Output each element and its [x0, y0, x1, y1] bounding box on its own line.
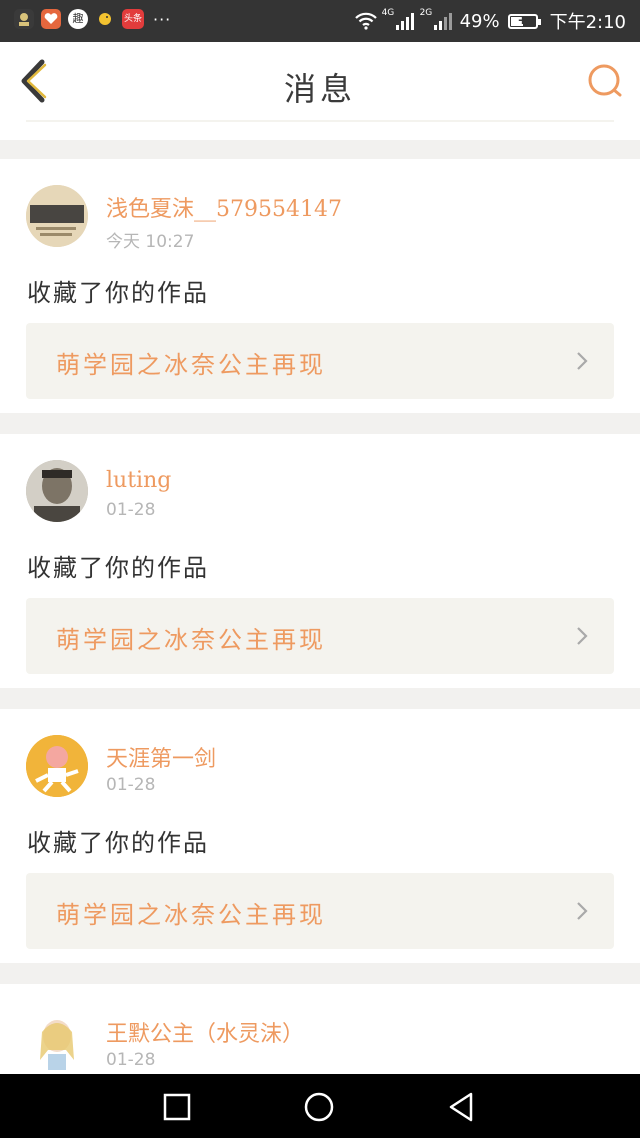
avatar-cartoon-kungfu[interactable] [26, 735, 88, 797]
user-name[interactable]: 王默公主（水灵沫） [106, 1016, 304, 1048]
chevron-right-icon [577, 352, 588, 370]
work-title: 萌学园之冰奈公主再现 [56, 901, 326, 929]
work-title: 萌学园之冰奈公主再现 [56, 351, 326, 379]
status-bar: 趣 头条 ··· 4G 2G 49% + 下午2:10 [0, 0, 640, 42]
chick-app-icon [95, 9, 115, 29]
work-link[interactable]: 萌学园之冰奈公主再现 [26, 598, 614, 674]
android-nav-bar [0, 1074, 640, 1138]
previous-card-edge [0, 120, 640, 140]
action-text: 收藏了你的作品 [27, 554, 209, 582]
more-notifications-indicator: ··· [153, 9, 172, 29]
reading-app-icon [14, 9, 34, 29]
action-text: 收藏了你的作品 [27, 829, 209, 857]
avatar-book-cover[interactable] [26, 185, 88, 247]
message-time: 01-28 [106, 500, 156, 520]
heart-app-icon [41, 9, 61, 29]
avatar-man-photo[interactable] [26, 460, 88, 522]
message-time: 01-28 [106, 1050, 156, 1070]
message-time: 今天 10:27 [106, 232, 195, 252]
home-circle-icon[interactable] [302, 1090, 336, 1124]
message-time: 01-28 [106, 775, 156, 795]
clock: 下午2:10 [549, 12, 626, 33]
qu-app-icon: 趣 [68, 9, 88, 29]
notification-icons: 趣 头条 ··· [14, 9, 171, 29]
action-text: 收藏了你的作品 [27, 279, 209, 307]
chevron-right-icon [577, 902, 588, 920]
back-triangle-icon[interactable] [444, 1090, 478, 1124]
message-card: 浅色夏沫__579554147 今天 10:27 收藏了你的作品 萌学园之冰奈公… [0, 159, 640, 413]
message-card: luting 01-28 收藏了你的作品 萌学园之冰奈公主再现 [0, 434, 640, 688]
work-link[interactable]: 萌学园之冰奈公主再现 [26, 323, 614, 399]
user-name[interactable]: luting [106, 468, 171, 493]
cellular-signal-icon: 4G [382, 8, 414, 30]
user-name[interactable]: 浅色夏沫__579554147 [106, 191, 342, 223]
message-card: 王默公主（水灵沫） 01-28 [0, 984, 640, 1074]
cellular-signal-icon-2: 2G [420, 8, 452, 30]
message-card: 天涯第一剑 01-28 收藏了你的作品 萌学园之冰奈公主再现 [0, 709, 640, 963]
page-title: 消息 [283, 70, 356, 108]
avatar-anime-girl[interactable] [26, 1010, 88, 1072]
app-header: 消息 [0, 42, 640, 121]
user-name[interactable]: 天涯第一剑 [106, 741, 216, 773]
battery-percentage: 49% [459, 10, 500, 32]
battery-icon: + [507, 13, 541, 29]
chevron-right-icon [577, 627, 588, 645]
work-title: 萌学园之冰奈公主再现 [56, 626, 326, 654]
work-link[interactable]: 萌学园之冰奈公主再现 [26, 873, 614, 949]
system-status: 4G 2G 49% + 下午2:10 [354, 8, 626, 34]
search-icon[interactable] [586, 62, 624, 100]
toutiao-app-icon: 头条 [122, 9, 144, 29]
recents-square-icon[interactable] [160, 1090, 194, 1124]
wifi-icon [354, 12, 377, 30]
